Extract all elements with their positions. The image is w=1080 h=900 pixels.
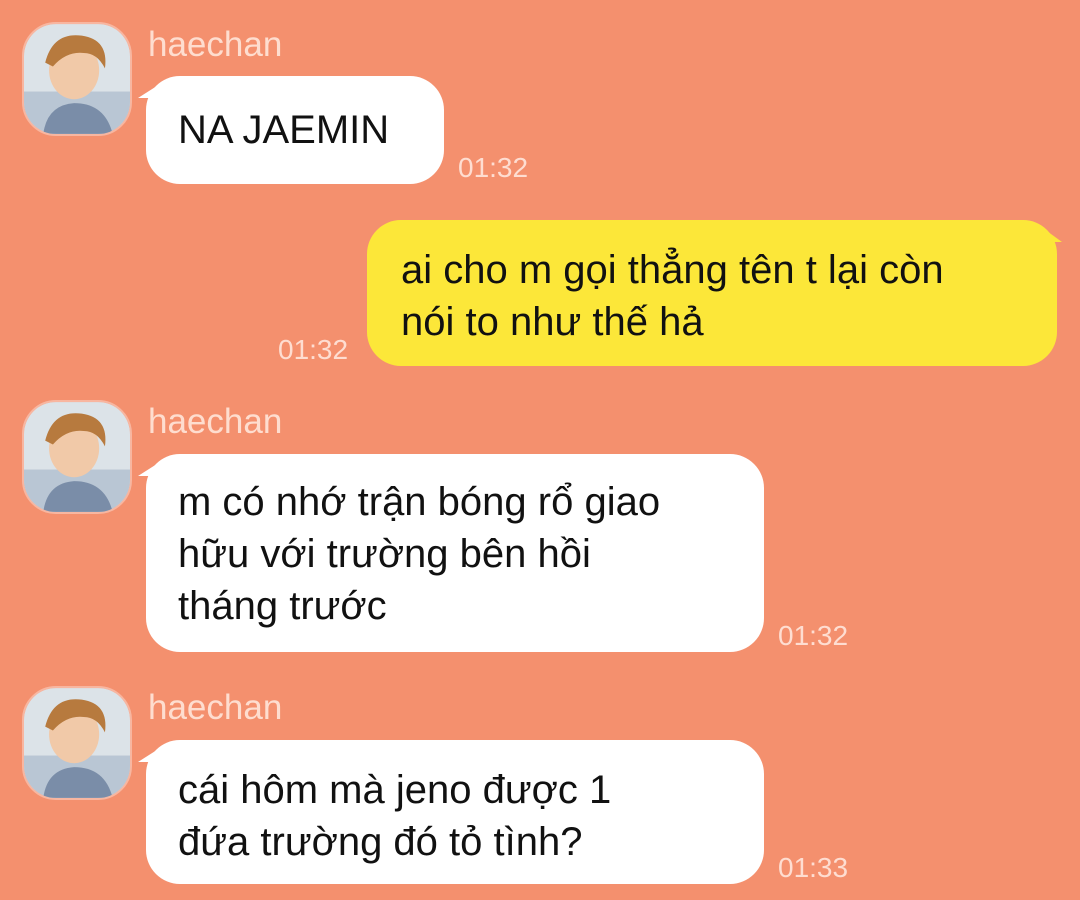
sender-name: haechan <box>148 25 283 64</box>
message-timestamp: 01:32 <box>278 334 349 365</box>
user-photo-avatar-icon <box>24 688 130 798</box>
bubble-tail <box>1040 226 1062 242</box>
user-photo-avatar-icon <box>24 402 130 512</box>
sender-avatar[interactable] <box>22 400 132 514</box>
sender-avatar[interactable] <box>22 686 132 800</box>
message-timestamp: 01:32 <box>458 152 529 183</box>
sender-name: haechan <box>148 688 283 727</box>
message-timestamp: 01:33 <box>778 852 849 883</box>
message-bubble[interactable]: ai cho m gọi thẳng tên t lại còn nói to … <box>367 220 1057 366</box>
sender-avatar[interactable] <box>22 22 132 136</box>
user-photo-avatar-icon <box>24 24 130 134</box>
message-bubble[interactable]: NA JAEMIN <box>146 76 444 184</box>
message-bubble[interactable]: m có nhớ trận bóng rổ giao hữu với trườn… <box>146 454 764 652</box>
message-bubble[interactable]: cái hôm mà jeno được 1 đứa trường đó tỏ … <box>146 740 764 884</box>
message-timestamp: 01:32 <box>778 620 849 651</box>
sender-name: haechan <box>148 402 283 441</box>
